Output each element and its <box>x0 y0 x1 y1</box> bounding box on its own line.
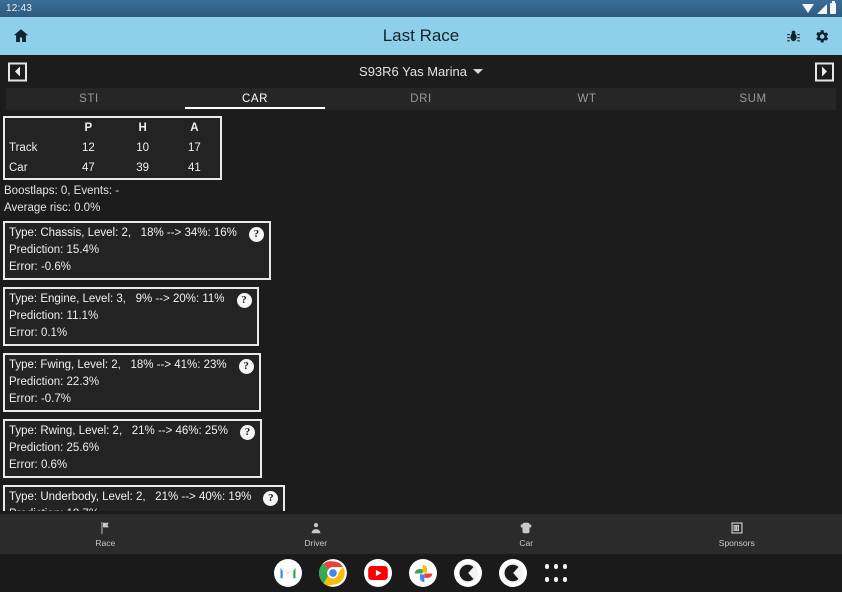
bottom-nav-label: Sponsors <box>719 538 755 548</box>
app-bar: Last Race <box>0 17 842 55</box>
bug-icon[interactable] <box>786 29 801 44</box>
race-selector: S93R6 Yas Marina <box>0 55 842 88</box>
bottom-nav-driver[interactable]: Driver <box>211 521 422 548</box>
status-bar: 12:43 <box>0 0 842 17</box>
card-error: Error: 0.6% <box>9 459 254 471</box>
android-dock <box>0 554 842 592</box>
part-card-engine[interactable]: Type: Engine, Level: 3, 9% --> 20%: 11% … <box>3 287 259 346</box>
status-clock: 12:43 <box>6 3 32 14</box>
tab-label: STI <box>79 93 99 105</box>
help-icon[interactable]: ? <box>249 227 264 242</box>
bottom-nav-label: Race <box>95 538 115 548</box>
card-error: Error: -0.7% <box>9 393 253 405</box>
car-h: 39 <box>117 158 169 179</box>
flag-icon <box>98 521 112 535</box>
card-prediction: Prediction: 25.6% <box>9 442 254 454</box>
bottom-nav-sponsors[interactable]: Sponsors <box>632 521 842 548</box>
average-risc-info: Average risc: 0.0% <box>0 197 842 214</box>
part-card-underbody[interactable]: Type: Underbody, Level: 2, 21% --> 40%: … <box>3 485 285 511</box>
youtube-app-icon[interactable] <box>364 559 392 587</box>
tab-car[interactable]: CAR <box>172 88 338 109</box>
app-icon-5[interactable] <box>454 559 482 587</box>
card-head: Type: Rwing, Level: 2, 21% --> 46%: 25% <box>9 425 254 437</box>
bottom-nav-race[interactable]: Race <box>0 521 211 548</box>
header-p: P <box>60 117 116 138</box>
chevron-right-icon <box>822 67 827 77</box>
sponsors-icon <box>730 521 744 535</box>
boostlaps-info: Boostlaps: 0, Events: - <box>0 180 842 197</box>
race-name-label: S93R6 Yas Marina <box>359 64 467 79</box>
tab-sum[interactable]: SUM <box>670 88 836 109</box>
tab-bar: STI CAR DRI WT SUM <box>6 88 836 110</box>
app-screen: 12:43 Last Race <box>0 0 842 592</box>
help-icon[interactable]: ? <box>237 293 252 308</box>
row-label-track: Track <box>4 138 60 158</box>
card-error: Error: -0.6% <box>9 261 263 273</box>
bottom-nav-label: Car <box>519 538 533 548</box>
app-drawer-icon[interactable] <box>544 561 568 585</box>
part-card-fwing[interactable]: Type: Fwing, Level: 2, 18% --> 41%: 23% … <box>3 353 261 412</box>
track-p: 12 <box>60 138 116 158</box>
bottom-nav-car[interactable]: Car <box>421 521 632 548</box>
table-row: Track 12 10 17 <box>4 138 221 158</box>
table-row: Car 47 39 41 <box>4 158 221 179</box>
card-prediction: Prediction: 18.7% <box>9 508 277 511</box>
tab-label: WT <box>577 93 596 105</box>
part-card-chassis[interactable]: Type: Chassis, Level: 2, 18% --> 34%: 16… <box>3 221 271 280</box>
signal-icon <box>817 4 827 14</box>
card-prediction: Prediction: 11.1% <box>9 310 251 322</box>
tab-label: SUM <box>739 93 766 105</box>
person-icon <box>309 521 323 535</box>
car-p: 47 <box>60 158 116 179</box>
card-prediction: Prediction: 15.4% <box>9 244 263 256</box>
tab-sti[interactable]: STI <box>6 88 172 109</box>
card-error: Error: 0.1% <box>9 327 251 339</box>
wifi-icon <box>802 4 814 13</box>
table-header-row: P H A <box>4 117 221 138</box>
tab-dri[interactable]: DRI <box>338 88 504 109</box>
part-card-rwing[interactable]: Type: Rwing, Level: 2, 21% --> 46%: 25% … <box>3 419 262 478</box>
google-photos-app-icon[interactable] <box>409 559 437 587</box>
page-title: Last Race <box>0 26 842 46</box>
card-head: Type: Underbody, Level: 2, 21% --> 40%: … <box>9 491 277 503</box>
gear-icon[interactable] <box>813 28 830 45</box>
row-label-car: Car <box>4 158 60 179</box>
card-head: Type: Fwing, Level: 2, 18% --> 41%: 23% <box>9 359 253 371</box>
chevron-down-icon <box>473 69 483 74</box>
battery-icon <box>830 3 836 14</box>
bottom-nav-label: Driver <box>304 538 327 548</box>
car-icon <box>519 521 533 535</box>
next-race-button[interactable] <box>815 62 834 81</box>
bottom-navigation: Race Driver Car Sponsors <box>0 514 842 554</box>
card-head: Type: Engine, Level: 3, 9% --> 20%: 11% <box>9 293 251 305</box>
tab-label: DRI <box>410 93 432 105</box>
app-icon-6[interactable] <box>499 559 527 587</box>
stats-table: P H A Track 12 10 17 Car 47 39 41 <box>3 116 222 180</box>
track-a: 17 <box>169 138 221 158</box>
help-icon[interactable]: ? <box>239 359 254 374</box>
chrome-app-icon[interactable] <box>319 559 347 587</box>
car-panel: P H A Track 12 10 17 Car 47 39 41 Boostl… <box>0 110 842 511</box>
race-name-dropdown[interactable]: S93R6 Yas Marina <box>359 64 483 79</box>
previous-race-button[interactable] <box>8 62 27 81</box>
tab-label: CAR <box>242 93 268 105</box>
header-blank <box>4 117 60 138</box>
car-a: 41 <box>169 158 221 179</box>
track-h: 10 <box>117 138 169 158</box>
chevron-left-icon <box>15 67 20 77</box>
gmail-app-icon[interactable] <box>274 559 302 587</box>
app-bar-actions <box>786 28 830 45</box>
tab-wt[interactable]: WT <box>504 88 670 109</box>
help-icon[interactable]: ? <box>240 425 255 440</box>
header-h: H <box>117 117 169 138</box>
card-prediction: Prediction: 22.3% <box>9 376 253 388</box>
help-icon[interactable]: ? <box>263 491 278 506</box>
status-icons <box>802 3 836 14</box>
card-head: Type: Chassis, Level: 2, 18% --> 34%: 16… <box>9 227 263 239</box>
header-a: A <box>169 117 221 138</box>
